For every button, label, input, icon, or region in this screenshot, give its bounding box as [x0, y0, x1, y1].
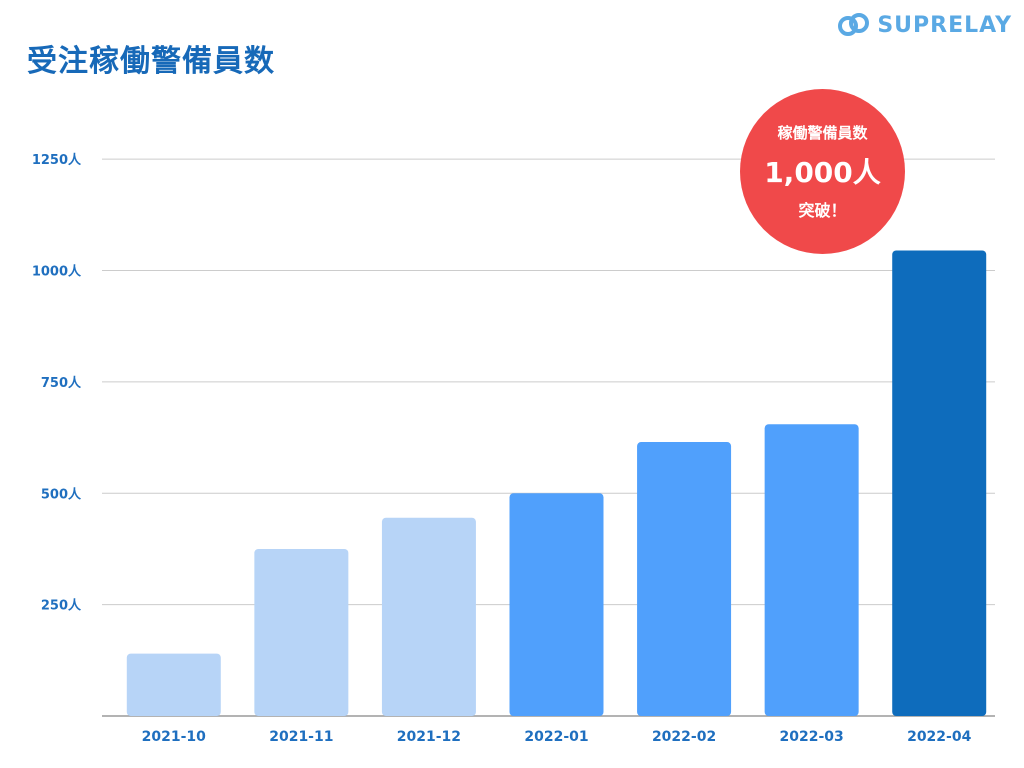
x-tick-label: 2021-11: [269, 729, 333, 745]
y-tick-label: 1000人: [32, 264, 82, 280]
bar: [126, 653, 221, 716]
x-tick-label: 2022-04: [907, 729, 972, 745]
bar: [381, 517, 476, 716]
bar: [637, 442, 732, 716]
callout-label: 稼働警備員数: [777, 124, 868, 142]
bar: [892, 250, 987, 716]
y-tick-label: 1250人: [32, 152, 82, 168]
callout-suffix: 突破！: [798, 201, 847, 220]
callout-value: 1,000人: [764, 156, 881, 189]
milestone-callout: 稼働警備員数 1,000人 突破！: [740, 89, 905, 254]
y-tick-label: 250人: [41, 598, 82, 614]
bar: [764, 424, 859, 716]
bar: [509, 493, 604, 716]
x-tick-label: 2021-10: [142, 729, 207, 745]
y-tick-label: 500人: [41, 486, 82, 502]
x-tick-label: 2022-01: [524, 729, 588, 745]
x-tick-label: 2022-02: [652, 729, 716, 745]
y-tick-label: 750人: [41, 375, 82, 391]
x-tick-label: 2021-12: [397, 729, 461, 745]
x-tick-label: 2022-03: [780, 729, 844, 745]
bar: [254, 548, 349, 716]
